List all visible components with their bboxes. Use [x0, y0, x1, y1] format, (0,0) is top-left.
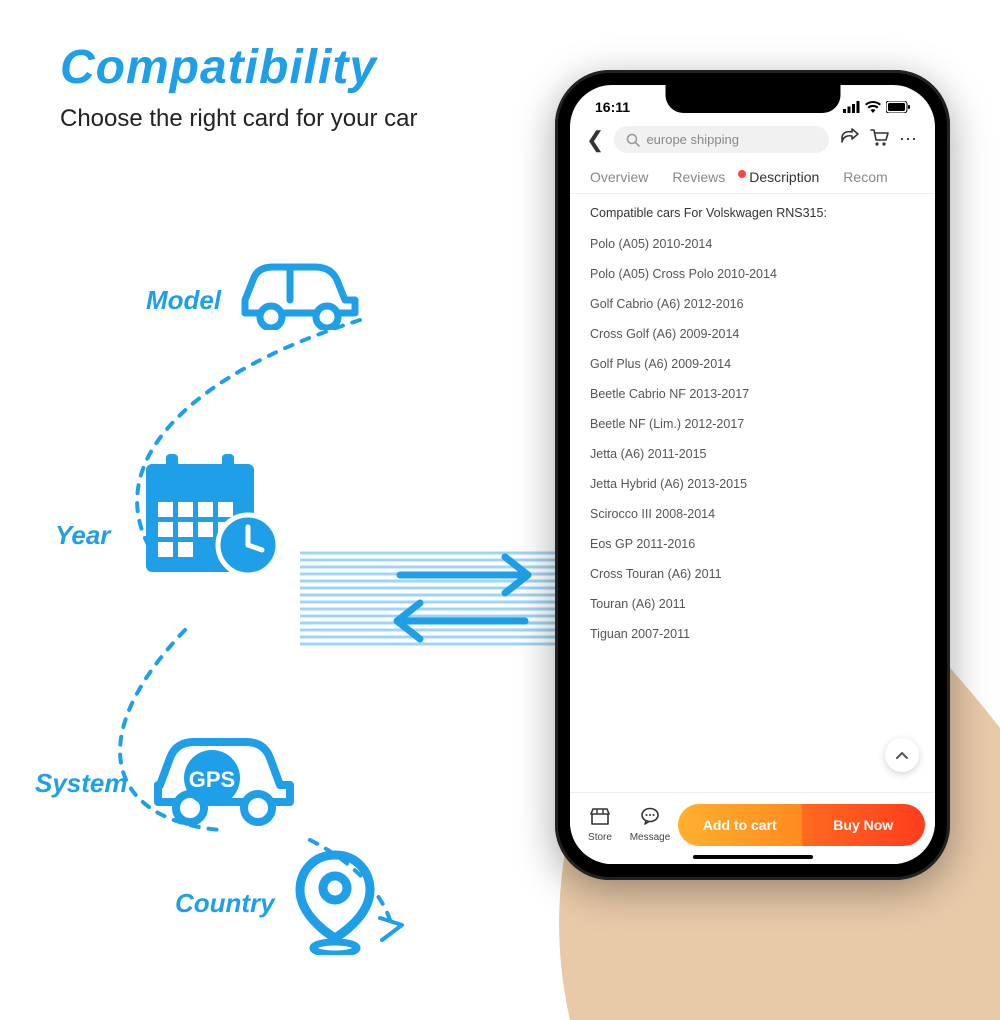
- list-item: Touran (A6) 2011: [590, 597, 915, 612]
- list-item: Jetta Hybrid (A6) 2013-2015: [590, 477, 915, 492]
- list-item: Cross Touran (A6) 2011: [590, 567, 915, 582]
- search-placeholder: europe shipping: [646, 132, 739, 147]
- car-icon: [235, 255, 365, 330]
- search-row: ❮ europe shipping ⋯: [570, 120, 935, 159]
- list-item: Tiguan 2007-2011: [590, 627, 915, 642]
- page-subtitle: Choose the right card for your car: [60, 105, 418, 133]
- page-title: Compatibility: [60, 40, 377, 95]
- phone-mockup: 16:11 ❮ europe shipping ⋯ Overview Rev: [555, 70, 950, 880]
- content-header: Compatible cars For Volskwagen RNS315:: [590, 206, 915, 221]
- message-label: Message: [630, 832, 671, 843]
- search-icon: [626, 133, 640, 147]
- message-icon: [640, 807, 660, 830]
- buy-now-button[interactable]: Buy Now: [802, 804, 926, 846]
- message-button[interactable]: Message: [628, 807, 672, 843]
- cart-icon[interactable]: [869, 127, 889, 152]
- back-button[interactable]: ❮: [586, 127, 604, 153]
- list-item: Beetle NF (Lim.) 2012-2017: [590, 417, 915, 432]
- phone-notch: [665, 85, 840, 113]
- label-country: Country: [175, 888, 275, 919]
- share-icon[interactable]: [839, 128, 859, 151]
- label-model: Model: [146, 285, 221, 316]
- tab-description-label: Description: [749, 169, 819, 185]
- tab-recommend[interactable]: Recom: [843, 169, 887, 185]
- list-item: Golf Plus (A6) 2009-2014: [590, 357, 915, 372]
- store-icon: [590, 807, 610, 830]
- store-button[interactable]: Store: [578, 807, 622, 843]
- label-year: Year: [55, 520, 110, 551]
- calendar-clock-icon: [140, 450, 285, 580]
- list-item: Jetta (A6) 2011-2015: [590, 447, 915, 462]
- list-item: Polo (A05) 2010-2014: [590, 237, 915, 252]
- list-item: Polo (A05) Cross Polo 2010-2014: [590, 267, 915, 282]
- tab-reviews[interactable]: Reviews: [672, 169, 725, 185]
- list-item: Eos GP 2011-2016: [590, 537, 915, 552]
- label-system: System: [35, 768, 128, 799]
- search-input[interactable]: europe shipping: [614, 126, 829, 153]
- status-time: 16:11: [595, 99, 630, 115]
- battery-icon: [886, 101, 910, 113]
- home-indicator: [693, 855, 813, 859]
- wifi-icon: [865, 101, 881, 113]
- scroll-top-button[interactable]: [885, 738, 919, 772]
- pin-icon: [295, 850, 375, 955]
- tab-description[interactable]: Description: [749, 169, 819, 185]
- bottom-bar: Store Message Add to cart Buy Now: [570, 792, 935, 864]
- list-item: Scirocco III 2008-2014: [590, 507, 915, 522]
- phone-screen: 16:11 ❮ europe shipping ⋯ Overview Rev: [570, 85, 935, 864]
- list-item: Cross Golf (A6) 2009-2014: [590, 327, 915, 342]
- store-label: Store: [588, 832, 612, 843]
- description-content[interactable]: Compatible cars For Volskwagen RNS315: P…: [570, 194, 935, 774]
- list-item: Golf Cabrio (A6) 2012-2016: [590, 297, 915, 312]
- tab-overview[interactable]: Overview: [590, 169, 648, 185]
- tab-bar: Overview Reviews Description Recom: [570, 159, 935, 194]
- signal-icon: [843, 101, 860, 113]
- add-to-cart-button[interactable]: Add to cart: [678, 804, 802, 846]
- more-icon[interactable]: ⋯: [899, 129, 919, 150]
- gps-badge-text: GPS: [189, 767, 235, 792]
- chevron-up-icon: [895, 750, 909, 760]
- action-pill: Add to cart Buy Now: [678, 804, 925, 846]
- list-item: Beetle Cabrio NF 2013-2017: [590, 387, 915, 402]
- car-gps-icon: GPS: [150, 730, 295, 830]
